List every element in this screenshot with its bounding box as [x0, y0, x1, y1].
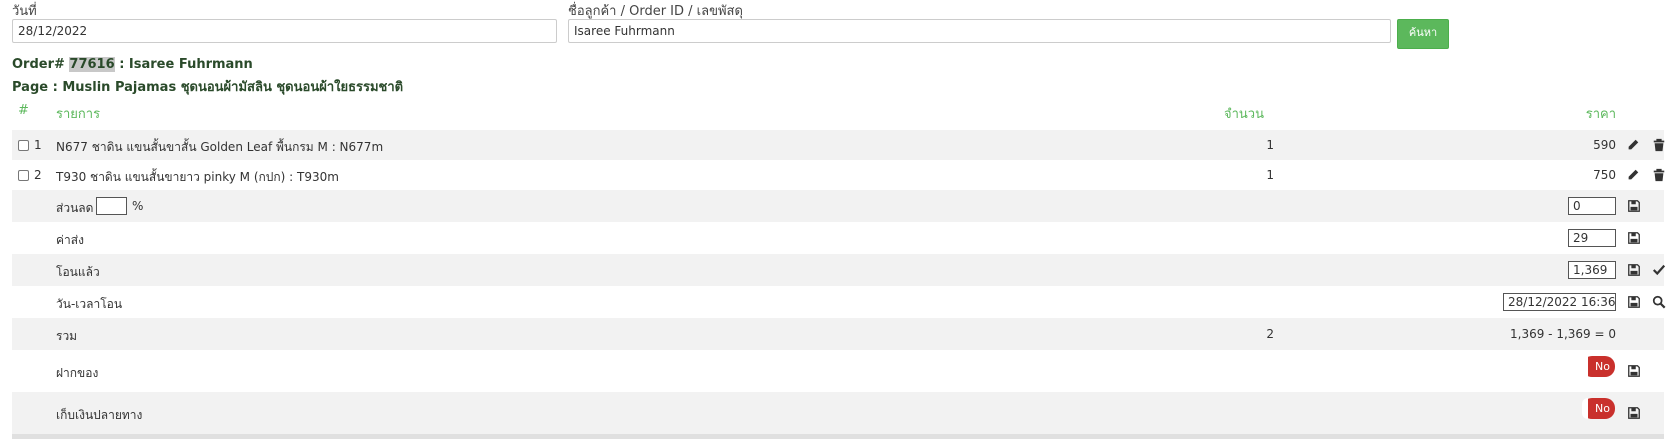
- item-name: N677 ชาดิน แขนสั้นขาสั้น Golden Leaf พื้…: [56, 140, 384, 154]
- row-number: 1: [34, 138, 42, 152]
- header-price: ราคา: [1585, 107, 1616, 122]
- total-label: รวม: [56, 329, 78, 343]
- row-checkbox[interactable]: [18, 140, 29, 151]
- paid-label: โอนแล้ว: [56, 265, 100, 279]
- floppy-disk-icon[interactable]: [1627, 199, 1641, 213]
- row-number: 2: [34, 168, 42, 182]
- discount-input[interactable]: 0: [1568, 197, 1616, 215]
- search-button[interactable]: ค้นหา: [1397, 19, 1449, 49]
- order-page: Page : Muslin Pajamas ชุดนอนผ้ามัสลิน ชุ…: [12, 80, 404, 95]
- paid-row: โอนแล้ว 1,369: [12, 254, 1666, 286]
- shipping-row: ค่าส่ง 29: [12, 222, 1664, 254]
- trash-icon[interactable]: [1652, 168, 1666, 182]
- discount-label: ส่วนลด: [56, 201, 94, 215]
- trash-icon[interactable]: [1652, 138, 1666, 152]
- header-num: #: [18, 103, 29, 118]
- table-bottom-border: [12, 434, 1664, 439]
- order-prefix: Order#: [12, 57, 65, 72]
- transfer-time-row: วัน-เวลาโอน 28/12/2022 16:36: [12, 286, 1666, 318]
- shipping-label: ค่าส่ง: [56, 233, 84, 247]
- deposit-label: ฝากของ: [56, 366, 99, 380]
- customer-search-input[interactable]: [568, 19, 1391, 43]
- discount-row: ส่วนลด % 0: [12, 190, 1664, 222]
- pencil-icon[interactable]: [1626, 168, 1640, 182]
- item-price: 750: [1593, 168, 1616, 182]
- date-input[interactable]: [12, 19, 557, 43]
- header-qty: จำนวน: [1224, 107, 1264, 122]
- item-price: 590: [1593, 138, 1616, 152]
- row-checkbox[interactable]: [18, 170, 29, 181]
- date-label: วันที่: [12, 4, 37, 19]
- floppy-disk-icon[interactable]: [1627, 231, 1641, 245]
- checkmark-icon[interactable]: [1652, 263, 1666, 277]
- shipping-input[interactable]: 29: [1568, 229, 1616, 247]
- table-row: 2 T930 ชาดิน แขนสั้นขายาว pinky M (กปก) …: [12, 160, 1666, 190]
- cod-toggle[interactable]: No: [1582, 398, 1615, 419]
- total-row: รวม 2 1,369 - 1,369 = 0: [12, 318, 1664, 350]
- total-summary: 1,369 - 1,369 = 0: [1510, 327, 1616, 341]
- cod-row: เก็บเงินปลายทาง No: [12, 392, 1664, 434]
- item-name: T930 ชาดิน แขนสั้นขายาว pinky M (กปก) : …: [56, 170, 339, 184]
- order-customer: : Isaree Fuhrmann: [119, 57, 253, 72]
- discount-percent-input[interactable]: [96, 197, 127, 215]
- floppy-disk-icon[interactable]: [1627, 295, 1641, 309]
- percent-sign: %: [132, 199, 144, 213]
- deposit-toggle[interactable]: No: [1582, 356, 1615, 377]
- deposit-row: ฝากของ No: [12, 350, 1664, 392]
- order-title: Order# 77616 : Isaree Fuhrmann: [12, 57, 253, 72]
- pencil-icon[interactable]: [1626, 138, 1640, 152]
- item-qty: 1: [1266, 138, 1274, 152]
- floppy-disk-icon[interactable]: [1627, 263, 1641, 277]
- header-item: รายการ: [56, 107, 101, 122]
- item-qty: 1: [1266, 168, 1274, 182]
- floppy-disk-icon[interactable]: [1627, 406, 1641, 420]
- total-qty: 2: [1266, 327, 1274, 341]
- paid-input[interactable]: 1,369: [1568, 261, 1616, 279]
- transfer-time-input[interactable]: 28/12/2022 16:36: [1503, 293, 1616, 311]
- cod-label: เก็บเงินปลายทาง: [56, 408, 143, 422]
- floppy-disk-icon[interactable]: [1627, 364, 1641, 378]
- order-id: 77616: [69, 57, 115, 72]
- table-row: 1 N677 ชาดิน แขนสั้นขาสั้น Golden Leaf พ…: [12, 130, 1666, 160]
- magnifier-icon[interactable]: [1652, 295, 1666, 309]
- customer-search-label: ชื่อลูกค้า / Order ID / เลขพัสดุ: [568, 4, 743, 19]
- transfer-time-label: วัน-เวลาโอน: [56, 297, 123, 311]
